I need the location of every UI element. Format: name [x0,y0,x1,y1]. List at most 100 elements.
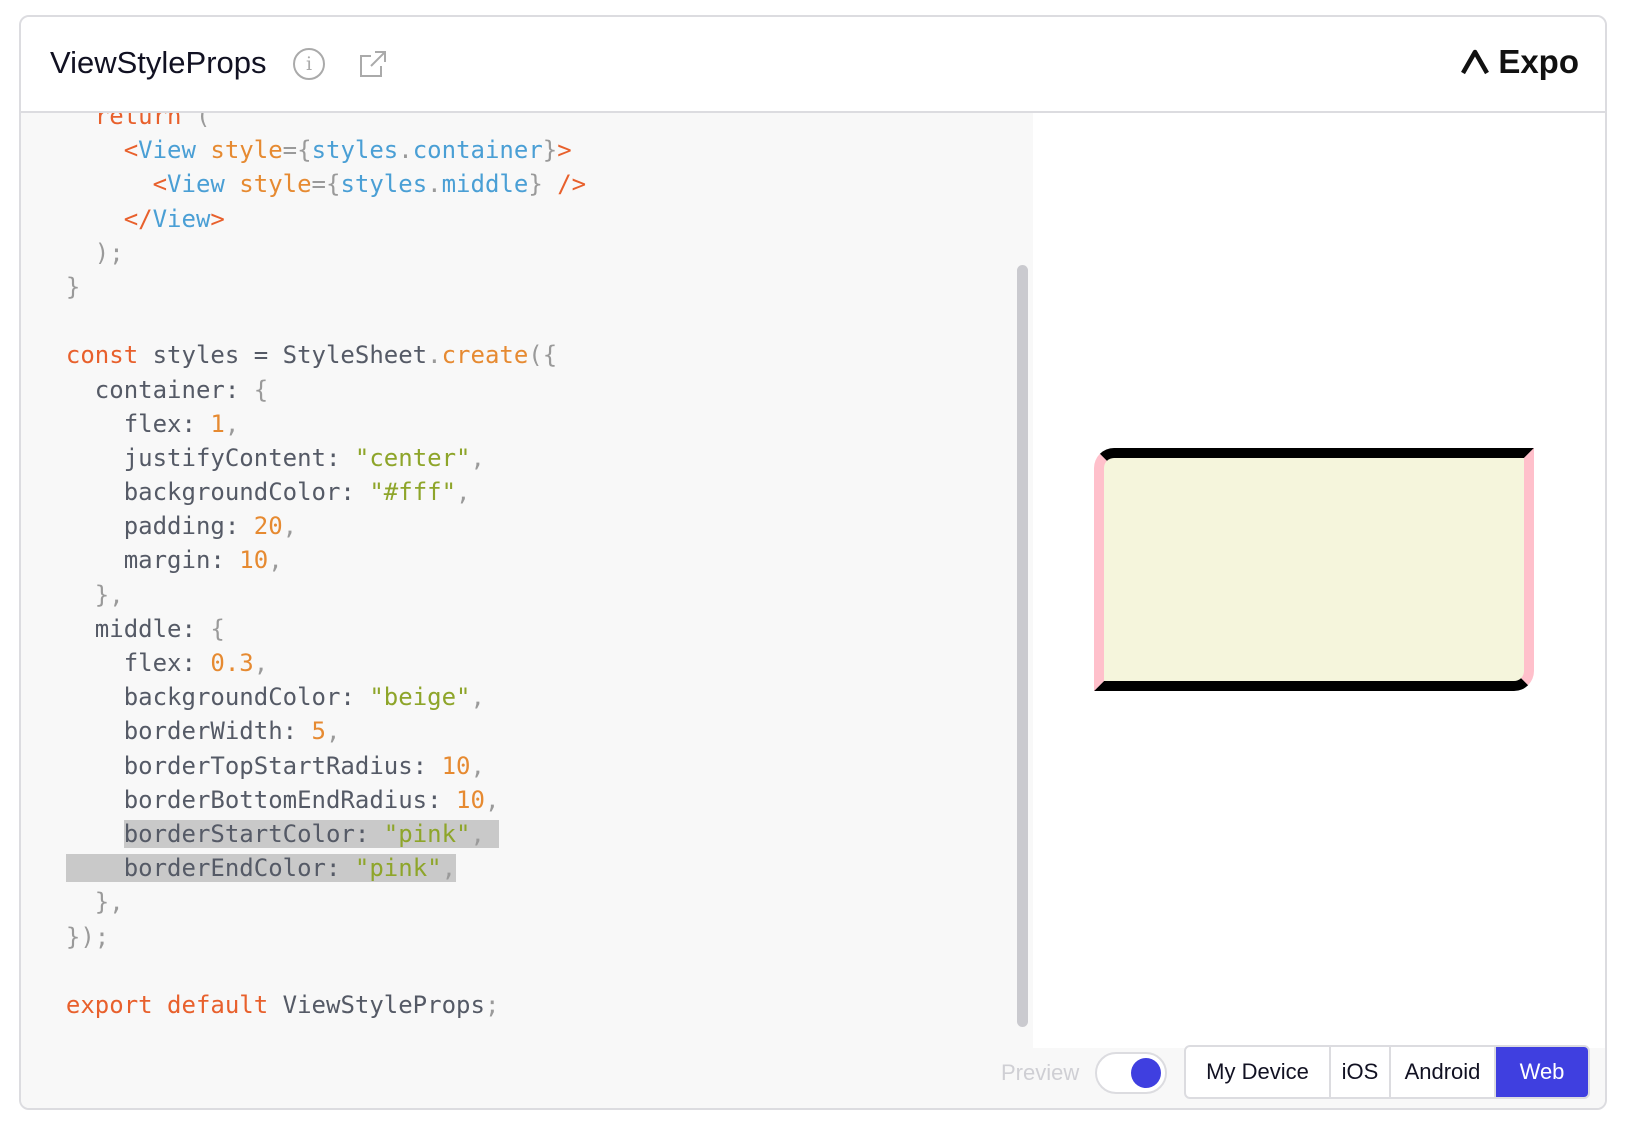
code-line: borderTopStartRadius: 10, [37,749,586,783]
code-token: 5 [311,717,326,746]
editor-scrollbar[interactable] [1017,265,1028,1027]
expo-logo[interactable]: Expo [1460,43,1579,81]
external-link-icon[interactable] [357,48,389,80]
code-token: View [167,170,240,199]
code-token: }, [37,580,124,609]
code-line: export default ViewStyleProps; [37,988,586,1022]
code-line: } [37,270,586,304]
platform-ios[interactable]: iOS [1331,1047,1391,1097]
code-token: , [282,512,298,541]
code-token: < [37,170,168,199]
code-token: ); [37,238,124,267]
code-token: , [470,443,485,472]
code-line: middle: { [37,612,586,646]
code-token: ( [195,113,211,130]
code-token: , [470,683,485,712]
code-token: 10 [441,751,471,780]
code-line: justifyContent: "center", [37,441,586,475]
code-token: } [528,170,558,199]
code-token: . [398,136,413,165]
code-token: . [427,341,442,370]
code-editor[interactable]: return ( <View style={styles.container}>… [21,113,1033,1048]
code-line: ); [37,236,586,270]
code-token: , [441,854,457,883]
code-line: <View style={styles.middle} /> [37,167,587,201]
code-token: styles [340,170,428,199]
snack-card: ViewStyleProps i Expo return ( <View sty… [19,15,1607,1110]
code-token: styles = StyleSheet [152,341,428,370]
code-token: { [253,375,269,404]
code-token: return [37,113,196,130]
code-line: container: { [37,373,586,407]
code-token: backgroundColor: [37,683,370,712]
code-token: < [37,136,139,165]
code-line: }); [37,920,586,954]
code-line: borderEndColor: "pink", [37,851,586,885]
preview-label: Preview [1001,1060,1080,1085]
code-token: "center" [354,443,471,472]
code-token: justifyContent: [37,443,355,472]
code-token: /> [557,170,587,199]
preview-pane [1033,113,1605,1048]
code-token: borderBottomEndRadius: [37,785,457,814]
platform-android[interactable]: Android [1391,1047,1496,1097]
code-token: middle: [37,614,211,643]
preview-middle-view [1094,448,1534,691]
code-token: flex: [37,649,211,677]
selection: borderStartColor: "pink", [123,819,500,848]
code-line: </View> [37,202,586,236]
code-token: ={ [311,170,341,199]
code-token: , [224,409,240,438]
code-token: create [441,341,529,370]
code-token: ; [484,990,500,1019]
code-line: }, [37,885,586,919]
code-token: , [253,649,269,677]
code-line: borderBottomEndRadius: 10, [37,783,586,817]
brand-label: Expo [1498,43,1579,80]
selection: borderEndColor: "pink", [65,854,457,883]
platform-web[interactable]: Web [1496,1047,1588,1097]
toggle-knob [1131,1058,1161,1088]
code-token: borderStartColor: [123,819,384,848]
code-token: </ [37,204,153,233]
code-token: "pink" [354,854,442,883]
code-token: , [470,819,500,848]
code-line: return ( [37,113,586,133]
code-token: > [210,204,225,233]
code-token: middle [441,170,529,199]
code-line: flex: 0.3, [37,646,586,680]
code-token: padding: [37,512,254,541]
code-token: "#fff" [369,478,457,507]
code-token: } [37,272,81,301]
expo-icon [1461,49,1490,75]
code-token: styles [311,136,399,165]
code-token: { [210,614,225,643]
code-token: , [470,751,485,780]
code-token: borderTopStartRadius: [37,751,442,780]
code-token: ={ [282,136,312,165]
code-line: borderStartColor: "pink", [37,817,586,851]
code-token: 10 [239,546,269,575]
platform-my-device[interactable]: My Device [1186,1047,1331,1097]
code-line: <View style={styles.container}> [37,133,586,167]
code-lines[interactable]: return ( <View style={styles.container}>… [37,113,586,1022]
code-token: backgroundColor: [37,478,370,507]
info-icon[interactable]: i [293,48,325,80]
code-token: "beige" [369,683,471,712]
code-token: ({ [528,341,558,370]
code-line: }, [37,578,586,612]
code-token: . [427,170,442,199]
code-token: margin: [37,546,240,575]
code-line: flex: 1, [37,407,586,441]
code-token: 1 [210,409,225,438]
preview-toggle[interactable] [1095,1052,1167,1094]
code-token: View [138,136,211,165]
code-token: const [37,341,153,370]
code-line: const styles = StyleSheet.create({ [37,338,586,372]
code-token: , [326,717,341,746]
code-line: backgroundColor: "#fff", [37,475,586,509]
code-token: , [484,785,500,814]
code-token: View [152,204,211,233]
